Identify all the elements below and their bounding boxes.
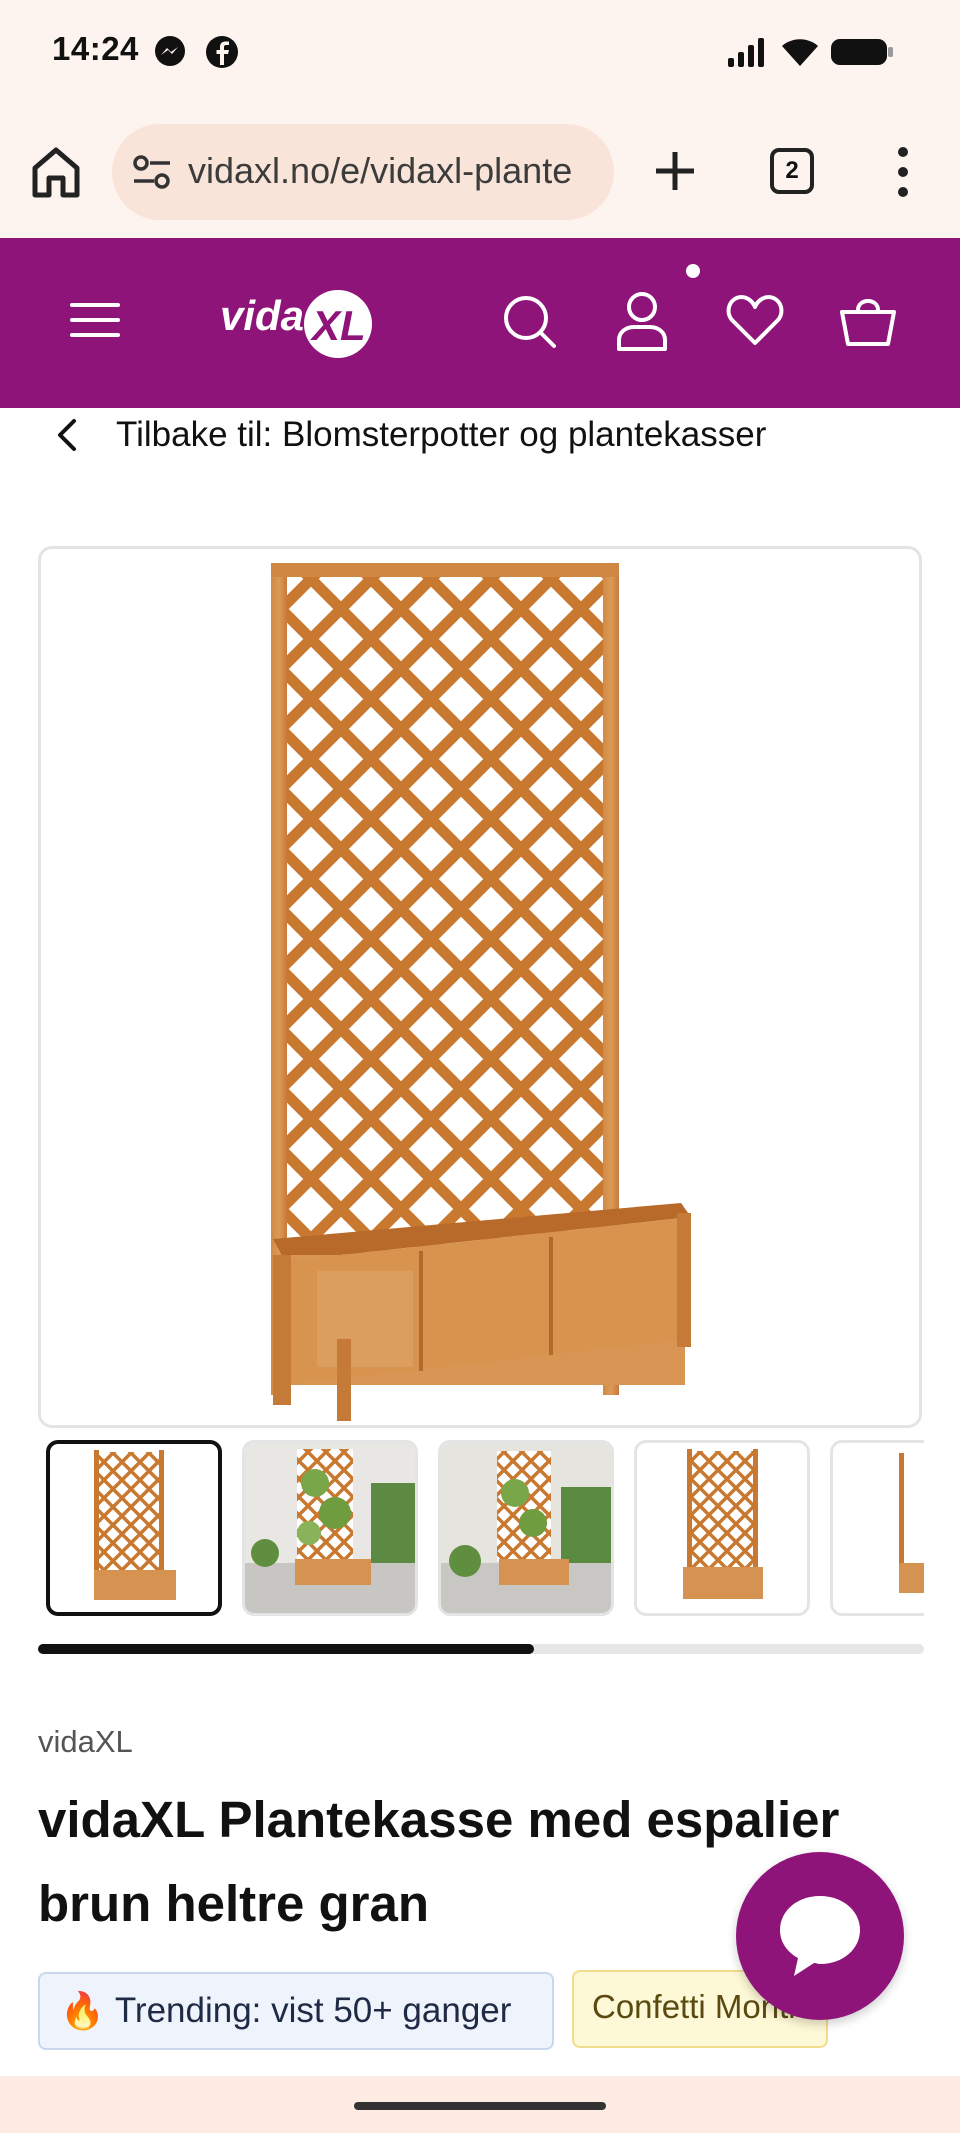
vidaxl-logo[interactable]: vida XL bbox=[220, 284, 376, 364]
notification-dot bbox=[686, 264, 700, 278]
chat-bubble-icon bbox=[780, 1896, 860, 1976]
thumbnail-strip[interactable] bbox=[46, 1438, 924, 1618]
trellis-planter-image bbox=[271, 563, 691, 1421]
product-title: vidaXL Plantekasse med espalier brun hel… bbox=[38, 1791, 840, 1932]
thumbnail-image bbox=[899, 1453, 924, 1593]
search-icon[interactable] bbox=[502, 294, 558, 350]
home-icon[interactable] bbox=[30, 144, 82, 200]
svg-text:XL: XL bbox=[310, 302, 366, 349]
url-text[interactable]: vidaxl.no/e/vidaxl-plante bbox=[188, 150, 606, 192]
facebook-icon bbox=[206, 36, 238, 68]
signal-icon bbox=[728, 38, 764, 67]
new-tab-icon[interactable] bbox=[650, 146, 700, 196]
gallery-scroll-progress-fill bbox=[38, 1644, 535, 1654]
thumbnail-3[interactable] bbox=[438, 1440, 614, 1616]
tab-switcher-button[interactable]: 2 bbox=[770, 148, 814, 194]
chevron-left-icon[interactable] bbox=[52, 417, 84, 453]
thumbnail-1[interactable] bbox=[46, 1440, 222, 1616]
gallery-scroll-progress bbox=[38, 1644, 924, 1654]
trending-badge-label: Trending: vist 50+ ganger bbox=[114, 1991, 512, 2030]
thumbnail-image bbox=[94, 1450, 176, 1600]
wifi-icon bbox=[782, 39, 818, 66]
thumbnail-image bbox=[441, 1443, 611, 1613]
thumbnail-image bbox=[245, 1443, 415, 1613]
thumbnail-2[interactable] bbox=[242, 1440, 418, 1616]
battery-icon bbox=[831, 39, 893, 65]
thumbnail-5[interactable] bbox=[830, 1440, 924, 1616]
fire-icon: 🔥 bbox=[60, 1990, 105, 2031]
status-time: 14:24 bbox=[52, 30, 139, 67]
account-icon[interactable] bbox=[614, 290, 670, 352]
cart-icon[interactable] bbox=[838, 292, 898, 348]
address-bar[interactable]: vidaxl.no/e/vidaxl-plante bbox=[112, 124, 614, 220]
more-options-icon[interactable] bbox=[888, 144, 918, 200]
breadcrumb[interactable]: Tilbake til: Blomsterpotter og plantekas… bbox=[52, 408, 766, 462]
system-icons bbox=[726, 34, 894, 70]
main-product-image[interactable] bbox=[38, 546, 922, 1428]
browser-toolbar: vidaxl.no/e/vidaxl-plante 2 bbox=[0, 106, 960, 238]
wishlist-icon[interactable] bbox=[726, 292, 784, 348]
chat-button[interactable] bbox=[736, 1852, 904, 2020]
thumbnail-image bbox=[683, 1449, 763, 1599]
product-brand[interactable]: vidaXL bbox=[38, 1724, 133, 1760]
status-bar: 14:24 bbox=[0, 0, 960, 106]
trending-badge: 🔥 Trending: vist 50+ ganger bbox=[38, 1972, 554, 2050]
site-settings-icon[interactable] bbox=[132, 154, 172, 190]
breadcrumb-label[interactable]: Tilbake til: Blomsterpotter og plantekas… bbox=[116, 415, 766, 455]
site-header: vida XL bbox=[0, 238, 960, 408]
svg-text:vida: vida bbox=[220, 292, 304, 339]
menu-icon[interactable] bbox=[70, 300, 120, 340]
messenger-icon bbox=[155, 36, 185, 66]
thumbnail-4[interactable] bbox=[634, 1440, 810, 1616]
system-navigation-bar bbox=[0, 2076, 960, 2133]
home-gesture-handle[interactable] bbox=[354, 2102, 606, 2110]
